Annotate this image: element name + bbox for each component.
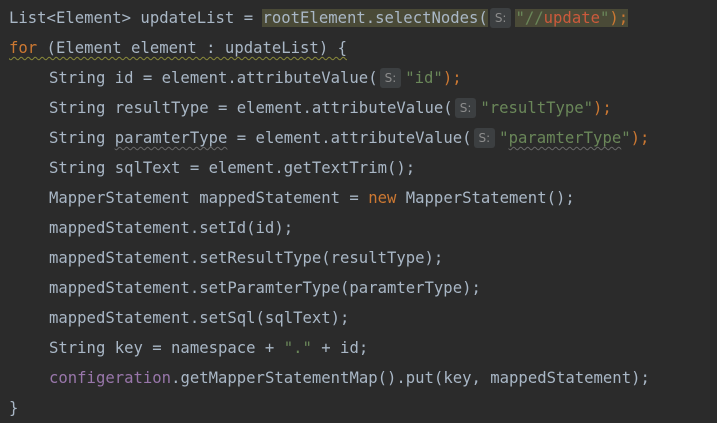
code-line[interactable]: mappedStatement.setSql(sqlText); bbox=[0, 303, 717, 333]
code-token: = element.attributeValue( bbox=[227, 129, 472, 147]
code-token: List<Element> updateList = bbox=[9, 9, 263, 27]
parameter-hint: S: bbox=[454, 98, 477, 118]
keyword: for bbox=[9, 39, 38, 57]
code-token: String bbox=[49, 129, 115, 147]
string-literal: " bbox=[499, 129, 509, 147]
code-token: mappedStatement.setSql(sqlText); bbox=[49, 309, 350, 327]
code-token: mappedStatement.setId(id); bbox=[49, 219, 294, 237]
code-line[interactable]: configeration.getMapperStatementMap().pu… bbox=[0, 363, 717, 393]
code-line[interactable]: String resultType = element.attributeVal… bbox=[0, 93, 717, 123]
code-token: MapperStatement(); bbox=[396, 189, 575, 207]
code-line[interactable]: mappedStatement.setResultType(resultType… bbox=[0, 243, 717, 273]
code-line[interactable]: } bbox=[0, 393, 717, 423]
code-line[interactable]: mappedStatement.setId(id); bbox=[0, 213, 717, 243]
code-token: + id; bbox=[311, 339, 369, 357]
string-literal: "." bbox=[283, 339, 312, 357]
code-token: ); bbox=[593, 99, 612, 117]
code-token: ); bbox=[442, 69, 462, 87]
code-token: mappedStatement.setParamterType(paramter… bbox=[49, 279, 481, 297]
code-line[interactable]: for (Element element : updateList) { bbox=[0, 33, 717, 63]
string-literal: "resultType" bbox=[480, 99, 594, 117]
code-token: ); bbox=[609, 9, 629, 27]
code-token: rootElement.selectNodes( bbox=[262, 9, 488, 27]
code-line[interactable]: String key = namespace + "." + id; bbox=[0, 333, 717, 363]
code-token: String resultType = element.attributeVal… bbox=[49, 99, 453, 117]
parameter-hint: S: bbox=[379, 68, 402, 88]
parameter-hint: S: bbox=[473, 128, 496, 148]
code-line[interactable]: String sqlText = element.getTextTrim(); bbox=[0, 153, 717, 183]
code-token: .getMapperStatementMap().put(key, mapped… bbox=[171, 369, 650, 387]
code-token: mappedStatement.setResultType(resultType… bbox=[49, 249, 444, 267]
string-literal: " bbox=[600, 9, 610, 27]
keyword: new bbox=[368, 189, 397, 207]
code-editor[interactable]: List<Element> updateList = rootElement.s… bbox=[0, 0, 717, 421]
string-literal: "// bbox=[515, 9, 544, 27]
code-token: (Element element : updateList) { bbox=[37, 39, 347, 57]
code-token: ); bbox=[630, 129, 650, 147]
code-token: String sqlText = element.getTextTrim(); bbox=[49, 159, 416, 177]
string-literal: paramterType bbox=[508, 129, 622, 147]
closing-brace: } bbox=[9, 399, 19, 417]
code-line[interactable]: String paramterType = element.attributeV… bbox=[0, 123, 717, 153]
parameter-hint: S: bbox=[489, 8, 512, 28]
code-line[interactable]: String id = element.attributeValue(S: "id… bbox=[0, 63, 717, 93]
code-token: MapperStatement mappedStatement = bbox=[49, 189, 369, 207]
code-token: String key = namespace + bbox=[49, 339, 284, 357]
string-literal: update bbox=[543, 9, 600, 27]
code-line[interactable]: mappedStatement.setParamterType(paramter… bbox=[0, 273, 717, 303]
code-token: paramterType bbox=[114, 129, 228, 147]
string-literal: " bbox=[621, 129, 631, 147]
code-token: String id = element.attributeValue( bbox=[49, 69, 378, 87]
string-literal: "id" bbox=[405, 69, 443, 87]
code-line[interactable]: List<Element> updateList = rootElement.s… bbox=[0, 3, 717, 33]
code-line[interactable]: MapperStatement mappedStatement = new Ma… bbox=[0, 183, 717, 213]
field-reference: configeration bbox=[49, 369, 172, 387]
